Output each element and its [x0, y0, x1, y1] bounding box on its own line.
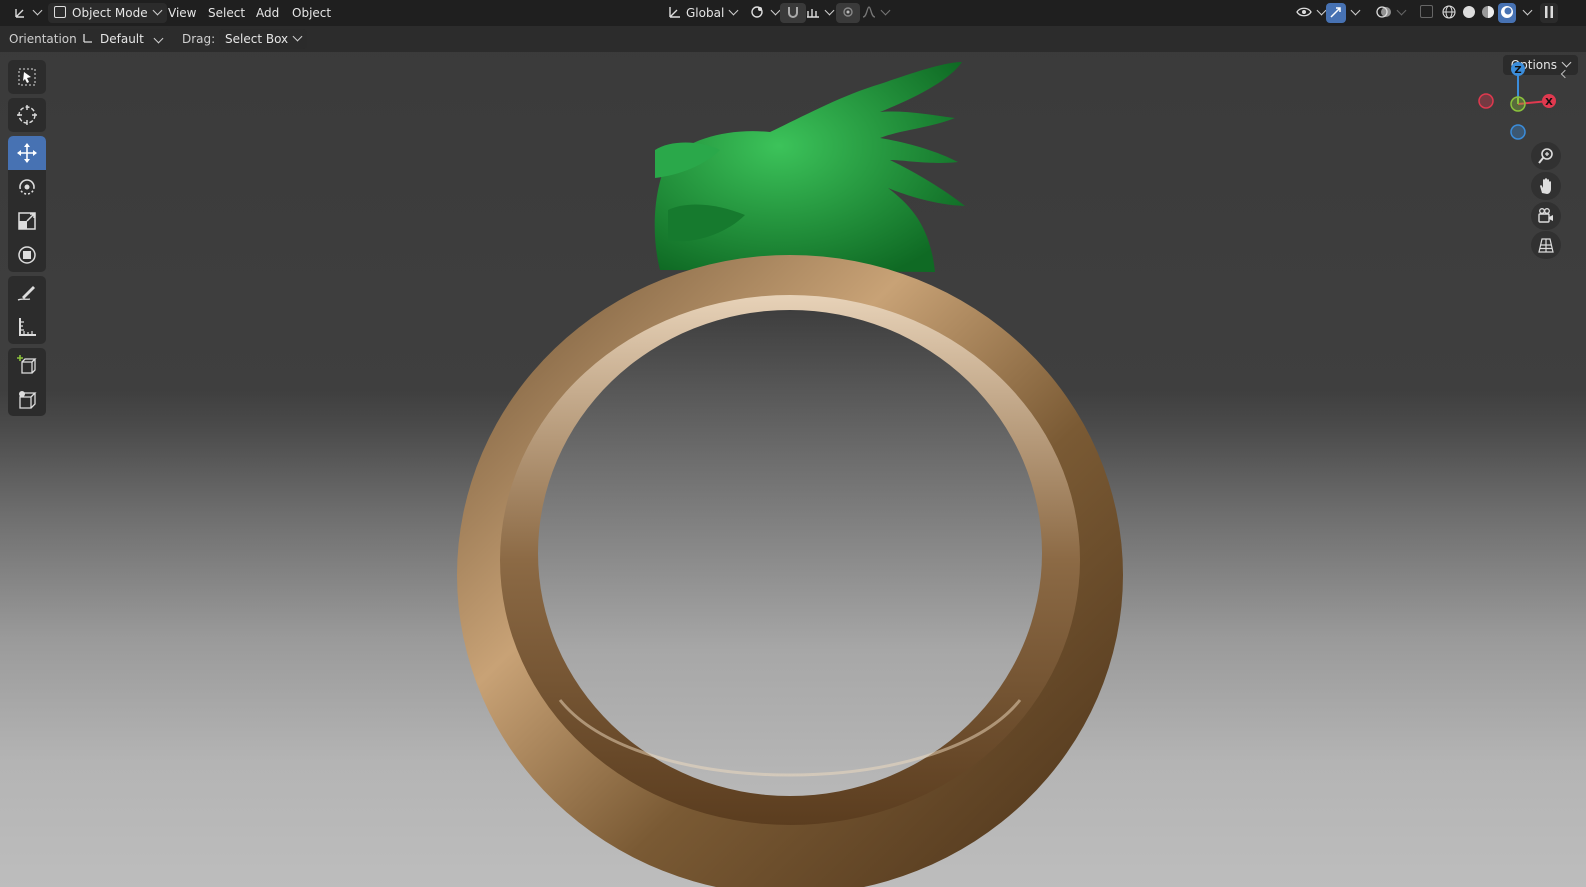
shading-material[interactable]	[1479, 3, 1497, 23]
tool-shelf	[8, 60, 46, 420]
eye-icon	[1296, 7, 1312, 17]
transform-orientation-dropdown[interactable]: Global	[662, 3, 743, 23]
shading-solid[interactable]	[1460, 3, 1478, 23]
select-box-icon	[18, 68, 36, 86]
tool-cursor[interactable]	[8, 98, 46, 132]
editor-type-button[interactable]	[8, 3, 46, 23]
gizmo-toggle[interactable]	[1326, 3, 1346, 23]
viewport-header: Object Mode View Select Add Object Globa…	[0, 0, 1586, 26]
proportional-falloff-dropdown[interactable]	[856, 3, 895, 23]
pivot-icon	[751, 6, 763, 18]
pivot-point-dropdown[interactable]	[744, 3, 785, 23]
chevron-left-icon	[1560, 69, 1570, 79]
menu-select[interactable]: Select	[202, 3, 251, 23]
pan-button[interactable]	[1531, 172, 1561, 200]
axis-icon	[669, 7, 680, 18]
snap-increment-icon	[807, 9, 819, 18]
tool-measure[interactable]	[8, 310, 46, 344]
material-sphere-icon	[1482, 6, 1494, 18]
tool-rotate[interactable]	[8, 170, 46, 204]
orientation-label: Orientation:	[9, 32, 81, 46]
gold-ring	[457, 255, 1123, 887]
tool-extrude[interactable]	[8, 382, 46, 416]
wireframe-sphere-icon	[1442, 5, 1456, 19]
drag-value: Select Box	[225, 32, 289, 46]
navigation-gizmo[interactable]: Z X	[1478, 58, 1564, 144]
mode-label: Object Mode	[72, 6, 148, 20]
drag-dropdown[interactable]: Select Box	[219, 29, 308, 49]
object-mode-icon	[54, 6, 66, 18]
transform-icon	[18, 246, 36, 264]
hand-icon	[1540, 178, 1551, 194]
gizmo-x-label: X	[1545, 97, 1553, 108]
measure-icon	[19, 318, 36, 336]
visibility-dropdown[interactable]	[1290, 3, 1331, 23]
shading-wireframe[interactable]	[1440, 3, 1458, 23]
gizmo-neg-x[interactable]	[1478, 93, 1494, 109]
camera-icon	[1538, 208, 1553, 223]
rotate-icon	[19, 179, 35, 195]
tool-select-box[interactable]	[8, 60, 46, 94]
3d-viewport[interactable]: Object Mode View Select Add Object Globa…	[0, 0, 1586, 887]
tool-scale[interactable]	[8, 204, 46, 238]
perspective-toggle-button[interactable]	[1531, 231, 1561, 259]
extrude-icon	[19, 391, 37, 409]
gizmo-y[interactable]	[1510, 96, 1526, 112]
xray-icon	[1420, 5, 1433, 18]
gizmo-neg-z[interactable]	[1510, 124, 1526, 140]
menu-object[interactable]: Object	[286, 3, 337, 23]
cursor-icon	[17, 105, 37, 125]
shading-dropdown[interactable]	[1516, 3, 1533, 23]
annotate-icon	[17, 286, 35, 301]
pause-icon	[1545, 6, 1553, 18]
rendered-sphere-icon	[1501, 6, 1513, 18]
zoom-icon	[1538, 148, 1553, 164]
proportional-edit-icon	[843, 7, 853, 17]
tool-settings-bar: Orientation: Default Drag: Select Box Op…	[0, 26, 1586, 75]
snap-target-dropdown[interactable]	[800, 3, 839, 23]
tool-annotate[interactable]	[8, 276, 46, 310]
pause-render-button[interactable]	[1540, 3, 1558, 23]
menu-add[interactable]: Add	[250, 3, 285, 23]
tool-transform[interactable]	[8, 238, 46, 272]
transform-orientation-label: Global	[686, 6, 725, 20]
falloff-curve-icon	[862, 6, 876, 18]
orientation-axis-icon	[83, 34, 92, 43]
scene-render	[457, 62, 1123, 887]
dragon-head	[654, 62, 965, 272]
menu-view[interactable]: View	[162, 3, 202, 23]
grid-perspective-icon	[1538, 238, 1554, 253]
gizmo-z-label: Z	[1514, 65, 1521, 76]
shading-rendered[interactable]	[1498, 3, 1516, 23]
drag-label: Drag:	[182, 32, 216, 46]
editor-type-icon	[15, 9, 24, 18]
zoom-button[interactable]	[1531, 142, 1561, 170]
mode-dropdown[interactable]: Object Mode	[48, 3, 167, 23]
camera-view-button[interactable]	[1531, 202, 1561, 230]
magnet-icon	[788, 7, 798, 18]
gizmo-icon	[1330, 7, 1341, 18]
gizmo-dropdown[interactable]	[1344, 3, 1361, 23]
orientation-value: Default	[100, 32, 144, 46]
solid-sphere-icon	[1463, 6, 1475, 18]
tool-move[interactable]	[8, 136, 46, 170]
overlays-icon	[1376, 6, 1391, 18]
xray-toggle[interactable]	[1414, 3, 1439, 23]
tool-add-cube[interactable]	[8, 348, 46, 382]
scale-icon	[18, 212, 36, 230]
add-cube-icon	[17, 355, 37, 374]
move-icon	[17, 143, 37, 163]
overlays-toggle[interactable]	[1370, 3, 1411, 23]
orientation-dropdown[interactable]: Default	[76, 29, 170, 49]
sidebar-toggle[interactable]	[1560, 68, 1570, 80]
